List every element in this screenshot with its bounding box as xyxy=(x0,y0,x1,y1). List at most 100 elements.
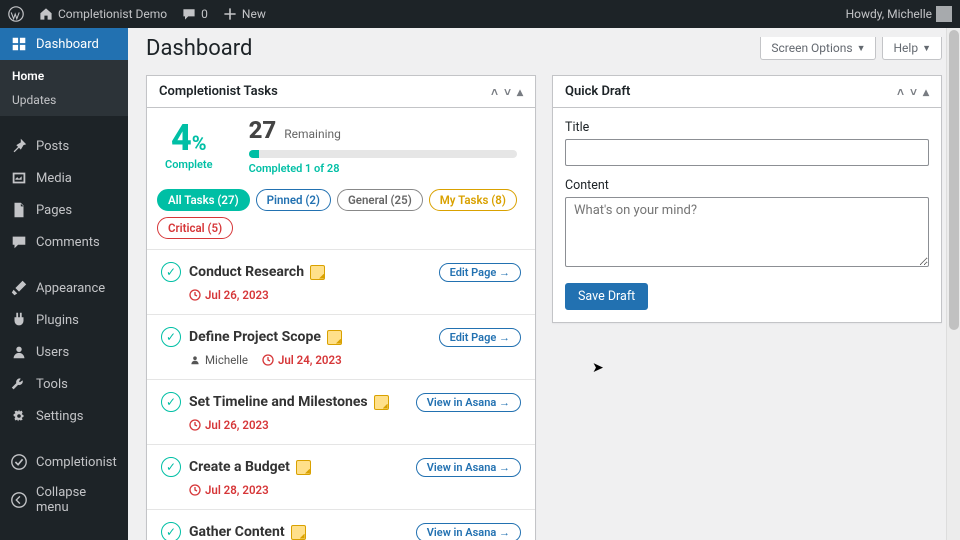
sidebar-item-settings[interactable]: Settings xyxy=(0,400,128,432)
sidebar-item-label: Collapse menu xyxy=(36,485,118,515)
task-due-date: Jul 28, 2023 xyxy=(189,483,269,497)
task-complete-checkbox[interactable]: ✓ xyxy=(161,457,181,477)
task-complete-checkbox[interactable]: ✓ xyxy=(161,262,181,282)
draft-content-textarea[interactable] xyxy=(565,197,929,267)
note-icon xyxy=(310,265,325,280)
sidebar-item-label: Media xyxy=(36,171,72,186)
dashboard-icon xyxy=(10,35,28,53)
filter-mytasks[interactable]: My Tasks (8) xyxy=(429,189,517,211)
page-title: Dashboard xyxy=(146,36,252,61)
pin-icon xyxy=(10,137,28,155)
task-row: ✓ Set Timeline and Milestones View in As… xyxy=(147,379,535,444)
task-action-button[interactable]: Edit Page → xyxy=(439,263,521,282)
task-action-button[interactable]: View in Asana → xyxy=(416,393,521,412)
media-icon xyxy=(10,169,28,187)
sidebar-item-appearance[interactable]: Appearance xyxy=(0,272,128,304)
task-row: ✓ Create a Budget View in Asana → Jul 28… xyxy=(147,444,535,509)
note-icon xyxy=(327,330,342,345)
screen-options-tab[interactable]: Screen Options▼ xyxy=(760,37,876,60)
sidebar-item-collapse-menu[interactable]: Collapse menu xyxy=(0,478,128,522)
sidebar-item-label: Appearance xyxy=(36,281,105,296)
task-row: ✓ Gather Content View in Asana → Aug 4, … xyxy=(147,509,535,540)
task-action-button[interactable]: View in Asana → xyxy=(416,458,521,477)
page-icon xyxy=(10,201,28,219)
help-tab[interactable]: Help▼ xyxy=(882,37,942,60)
tasks-widget-header[interactable]: Completionist Tasks ˄ ˅ ▴ xyxy=(147,76,535,108)
task-title[interactable]: Conduct Research xyxy=(189,264,431,280)
note-icon xyxy=(291,525,306,540)
filter-critical[interactable]: Critical (5) xyxy=(157,217,233,239)
task-due-date: Jul 26, 2023 xyxy=(189,418,269,432)
move-down-icon[interactable]: ˅ xyxy=(504,85,511,99)
task-assignee: Michelle xyxy=(189,353,248,367)
sidebar-item-tools[interactable]: Tools xyxy=(0,368,128,400)
comment-icon xyxy=(10,233,28,251)
task-action-button[interactable]: View in Asana → xyxy=(416,523,521,540)
move-up-icon[interactable]: ˄ xyxy=(491,85,498,99)
sidebar-item-label: Posts xyxy=(36,139,69,154)
filter-all[interactable]: All Tasks (27) xyxy=(157,189,250,211)
sidebar-item-media[interactable]: Media xyxy=(0,162,128,194)
tasks-widget: Completionist Tasks ˄ ˅ ▴ 4% Complete xyxy=(146,75,536,540)
note-icon xyxy=(296,460,311,475)
task-title[interactable]: Create a Budget xyxy=(189,459,408,475)
draft-title-input[interactable] xyxy=(565,139,929,166)
progress-bar xyxy=(249,150,517,158)
task-action-button[interactable]: Edit Page → xyxy=(439,328,521,347)
filter-general[interactable]: General (25) xyxy=(337,189,423,211)
user-icon xyxy=(10,343,28,361)
task-title[interactable]: Gather Content xyxy=(189,524,408,540)
toggle-icon[interactable]: ▴ xyxy=(517,85,523,99)
admin-bar: Completionist Demo 0 New Howdy, Michelle xyxy=(0,0,960,28)
sidebar-item-posts[interactable]: Posts xyxy=(0,130,128,162)
main-content: Dashboard Screen Options▼ Help▼ Completi… xyxy=(128,28,960,540)
quick-draft-header[interactable]: Quick Draft ˄ ˅ ▴ xyxy=(553,76,941,108)
move-up-icon[interactable]: ˄ xyxy=(897,85,904,99)
avatar xyxy=(936,6,952,22)
sidebar-item-label: Completionist xyxy=(36,455,117,470)
scrollbar[interactable] xyxy=(946,28,960,540)
sidebar-item-users[interactable]: Users xyxy=(0,336,128,368)
quick-draft-widget: Quick Draft ˄ ˅ ▴ Title Cont xyxy=(552,75,942,323)
sidebar-subitem-home[interactable]: Home xyxy=(0,64,128,88)
task-row: ✓ Define Project Scope Edit Page → Miche… xyxy=(147,314,535,379)
move-down-icon[interactable]: ˅ xyxy=(910,85,917,99)
task-due-date: Jul 24, 2023 xyxy=(262,353,342,367)
sidebar-item-completionist[interactable]: Completionist xyxy=(0,446,128,478)
sidebar-item-label: Pages xyxy=(36,203,72,218)
settings-icon xyxy=(10,407,28,425)
plug-icon xyxy=(10,311,28,329)
sidebar-item-label: Users xyxy=(36,345,69,360)
sidebar-item-label: Dashboard xyxy=(36,37,99,52)
complete-stat: 4% Complete xyxy=(165,120,213,171)
draft-title-label: Title xyxy=(565,120,929,135)
site-link[interactable]: Completionist Demo xyxy=(38,6,167,22)
sidebar-item-label: Tools xyxy=(36,377,68,392)
collapse-icon xyxy=(10,491,28,509)
task-row: ✓ Conduct Research Edit Page → Jul 26, 2… xyxy=(147,249,535,314)
note-icon xyxy=(374,395,389,410)
remaining-stat: 27Remaining Completed 1 of 28 xyxy=(249,116,517,175)
sidebar-item-plugins[interactable]: Plugins xyxy=(0,304,128,336)
new-content-link[interactable]: New xyxy=(222,6,266,22)
wp-logo[interactable] xyxy=(8,6,24,22)
sidebar-item-label: Plugins xyxy=(36,313,79,328)
sidebar-item-dashboard[interactable]: Dashboard xyxy=(0,28,128,60)
account-link[interactable]: Howdy, Michelle xyxy=(846,6,952,22)
task-complete-checkbox[interactable]: ✓ xyxy=(161,392,181,412)
sidebar-item-pages[interactable]: Pages xyxy=(0,194,128,226)
task-title[interactable]: Set Timeline and Milestones xyxy=(189,394,408,410)
check-icon xyxy=(10,453,28,471)
sidebar-subitem-updates[interactable]: Updates xyxy=(0,88,128,112)
filter-pinned[interactable]: Pinned (2) xyxy=(256,189,331,211)
comments-link[interactable]: 0 xyxy=(181,6,208,22)
admin-sidebar: Dashboard HomeUpdates Posts Media Pages Comme… xyxy=(0,28,128,540)
sidebar-item-comments[interactable]: Comments xyxy=(0,226,128,258)
draft-content-label: Content xyxy=(565,178,929,193)
task-title[interactable]: Define Project Scope xyxy=(189,329,431,345)
task-complete-checkbox[interactable]: ✓ xyxy=(161,327,181,347)
brush-icon xyxy=(10,279,28,297)
toggle-icon[interactable]: ▴ xyxy=(923,85,929,99)
save-draft-button[interactable]: Save Draft xyxy=(565,283,648,310)
task-complete-checkbox[interactable]: ✓ xyxy=(161,522,181,540)
